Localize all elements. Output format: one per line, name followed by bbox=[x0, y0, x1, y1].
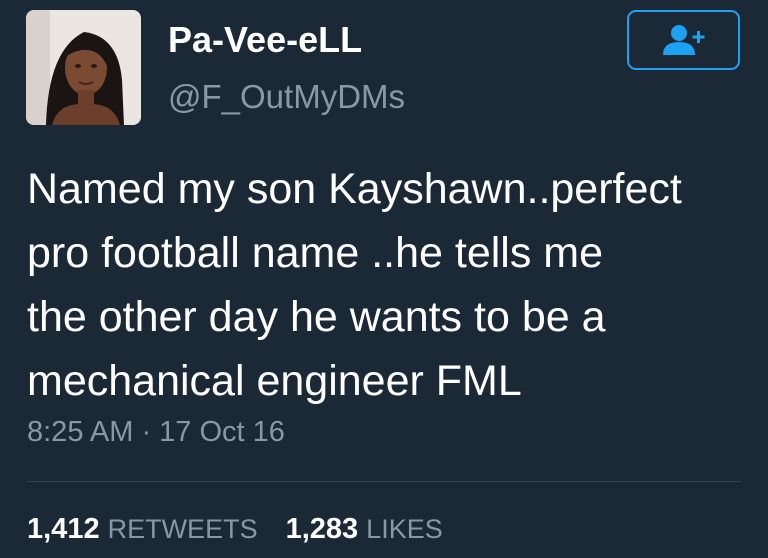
divider bbox=[27, 481, 741, 482]
tweet-timestamp[interactable]: 8:25 AM · 17 Oct 16 bbox=[27, 418, 285, 447]
likes-stat[interactable]: 1,283 LIKES bbox=[286, 515, 443, 544]
avatar[interactable] bbox=[26, 10, 141, 125]
retweets-stat[interactable]: 1,412 RETWEETS bbox=[27, 515, 258, 544]
retweets-label: RETWEETS bbox=[107, 514, 258, 544]
likes-count: 1,283 bbox=[285, 513, 359, 545]
tweet-text-line: Named my son Kayshawn..perfect bbox=[27, 165, 682, 213]
tweet-text-line: pro football name ..he tells me bbox=[27, 229, 604, 277]
tweet-detail: Pa-Vee-eLL @F_OutMyDMs Named my son Kays… bbox=[0, 0, 768, 558]
tweet-text-line: the other day he wants to be a bbox=[27, 293, 606, 341]
follow-button[interactable] bbox=[627, 10, 740, 70]
tweet-text-line: mechanical engineer FML bbox=[27, 357, 522, 405]
tweet-text: Named my son Kayshawn..perfect pro footb… bbox=[27, 157, 747, 413]
add-user-icon bbox=[662, 25, 704, 55]
retweets-count: 1,412 bbox=[27, 513, 100, 545]
user-handle[interactable]: @F_OutMyDMs bbox=[168, 80, 405, 113]
tweet-stats: 1,412 RETWEETS 1,283 LIKES bbox=[27, 515, 471, 544]
profile-photo-icon bbox=[26, 10, 141, 125]
display-name[interactable]: Pa-Vee-eLL bbox=[168, 22, 362, 58]
likes-label: LIKES bbox=[366, 514, 443, 544]
